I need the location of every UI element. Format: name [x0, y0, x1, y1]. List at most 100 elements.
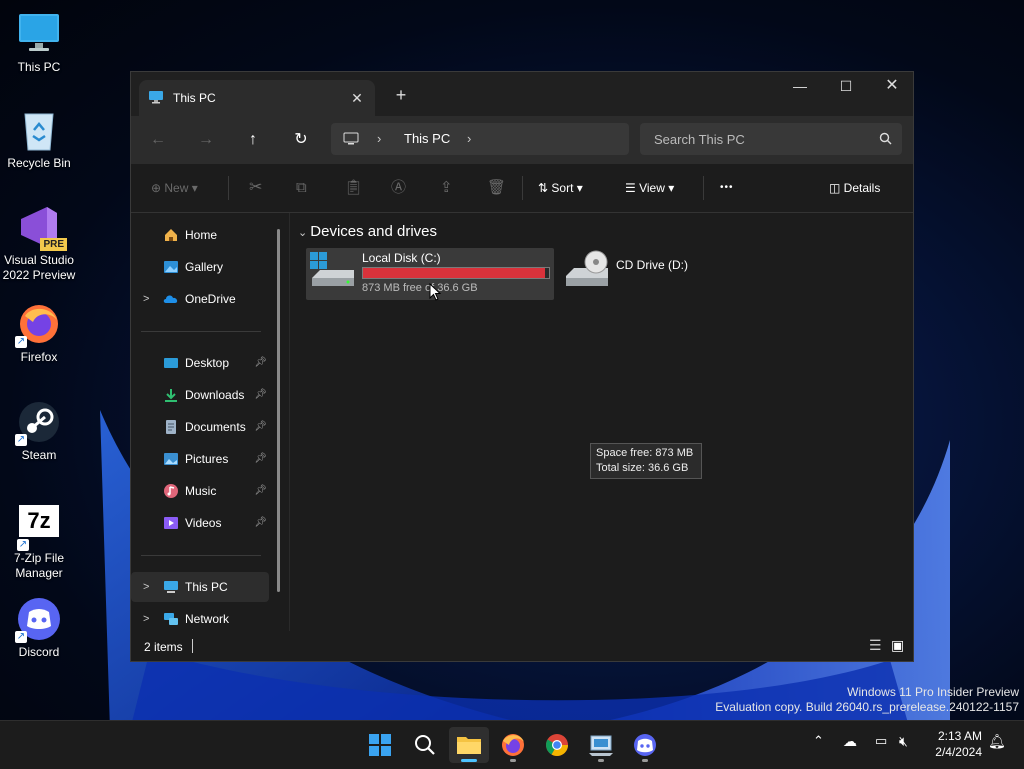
- nav-item-network[interactable]: > Network: [131, 604, 269, 634]
- search-taskbar-button[interactable]: [407, 727, 443, 763]
- drive-usage-fill: [363, 268, 545, 278]
- taskbar-chrome[interactable]: [539, 727, 575, 763]
- minimize-button[interactable]: —: [777, 72, 823, 102]
- share-icon[interactable]: ⇪: [440, 176, 453, 200]
- desktop-icon-recycle-bin[interactable]: Recycle Bin: [0, 108, 78, 171]
- videos-icon: [164, 517, 178, 529]
- back-button[interactable]: ←: [143, 125, 173, 155]
- monitor-icon: [149, 91, 163, 104]
- taskbar-firefox[interactable]: [495, 727, 531, 763]
- up-button[interactable]: ↑: [238, 125, 268, 155]
- network-icon[interactable]: ▭: [875, 733, 887, 749]
- group-header-devices-and-drives[interactable]: ⌄ Devices and drives: [298, 223, 437, 240]
- pin-icon: 📌︎: [254, 517, 267, 528]
- desktop-icon-7zip[interactable]: 7z ↗ 7-Zip File Manager: [0, 505, 78, 581]
- volume-muted-icon[interactable]: 🔇︎: [899, 733, 908, 750]
- new-tab-button[interactable]: +: [389, 84, 413, 108]
- nav-item-desktop[interactable]: Desktop 📌︎: [131, 348, 269, 378]
- toolbar-divider: [228, 176, 229, 200]
- pin-icon: 📌︎: [254, 485, 267, 496]
- tab-this-pc[interactable]: This PC ✕: [139, 80, 375, 116]
- monitor-icon: [164, 581, 178, 593]
- desktop-icon-discord[interactable]: ↗ Discord: [0, 597, 78, 660]
- nav-item-documents[interactable]: Documents 📌︎: [131, 412, 269, 442]
- nav-item-downloads[interactable]: Downloads 📌︎: [131, 380, 269, 410]
- cut-icon[interactable]: ✂: [249, 176, 262, 200]
- breadcrumb-chevron[interactable]: ›: [467, 131, 471, 146]
- shortcut-arrow-icon: ↗: [15, 434, 27, 446]
- address-bar-row: ← → ↑ ↻ › This PC › Search This PC: [131, 116, 913, 164]
- drive-cd-d[interactable]: CD Drive (D:): [560, 248, 710, 300]
- drive-name: Local Disk (C:): [362, 251, 441, 265]
- address-box[interactable]: › This PC ›: [331, 123, 629, 155]
- start-button[interactable]: [362, 727, 398, 763]
- taskbar-file-explorer[interactable]: [449, 727, 489, 763]
- toolbar-divider: [522, 176, 523, 200]
- forward-button[interactable]: →: [191, 125, 221, 155]
- nav-item-onedrive[interactable]: > OneDrive: [131, 284, 269, 314]
- hard-drive-icon: [310, 252, 354, 286]
- paste-icon[interactable]: 📋︎: [344, 176, 363, 200]
- gallery-icon: [164, 261, 178, 273]
- taskbar-control-panel[interactable]: [583, 727, 619, 763]
- breadcrumb-this-pc[interactable]: This PC: [404, 131, 450, 146]
- details-view-icon[interactable]: ☰: [869, 637, 882, 654]
- pin-icon: 📌︎: [254, 453, 267, 464]
- desktop-icon-steam[interactable]: ↗ Steam: [0, 400, 78, 463]
- search-placeholder: Search This PC: [654, 132, 745, 147]
- clock[interactable]: 2:13 AM 2/4/2024: [932, 728, 982, 760]
- nav-item-home[interactable]: Home: [131, 220, 269, 250]
- collapse-chevron-icon: ⌄: [298, 227, 311, 239]
- refresh-button[interactable]: ↻: [286, 125, 316, 155]
- expand-chevron-icon[interactable]: >: [143, 604, 149, 634]
- delete-icon[interactable]: 🗑︎: [487, 176, 506, 200]
- desktop-icon-label: Steam: [21, 448, 57, 462]
- monitor-icon: [19, 14, 59, 51]
- file-explorer-window: This PC ✕ + — ☐ ✕ ← → ↑ ↻ › This PC › Se…: [130, 71, 914, 662]
- nav-divider: [141, 555, 261, 556]
- expand-chevron-icon[interactable]: >: [143, 284, 149, 314]
- copy-icon[interactable]: ⧉: [296, 176, 307, 200]
- notification-bell-icon[interactable]: 🔔︎: [988, 733, 1006, 750]
- mouse-cursor-icon: [429, 283, 441, 301]
- drive-usage-bar: [362, 267, 550, 279]
- nav-item-gallery[interactable]: Gallery: [131, 252, 269, 282]
- maximize-button[interactable]: ☐: [823, 72, 869, 102]
- nav-item-music[interactable]: Music 📌︎: [131, 476, 269, 506]
- close-window-button[interactable]: ✕: [869, 72, 915, 102]
- title-bar[interactable]: This PC ✕ + — ☐ ✕: [131, 72, 913, 116]
- show-hidden-icons-chevron[interactable]: ⌃: [813, 733, 824, 749]
- sort-button[interactable]: ⇅ Sort ▾: [538, 176, 583, 200]
- onedrive-offline-icon[interactable]: ☁︎: [843, 733, 857, 750]
- tab-title: This PC: [173, 91, 216, 105]
- details-pane-button[interactable]: ◫ Details: [829, 176, 880, 200]
- music-icon: [164, 484, 178, 498]
- nav-item-pictures[interactable]: Pictures 📌︎: [131, 444, 269, 474]
- more-options-button[interactable]: •••: [720, 176, 734, 200]
- drive-tooltip: Space free: 873 MB Total size: 36.6 GB: [590, 443, 702, 479]
- taskbar-discord[interactable]: [627, 727, 663, 763]
- chrome-icon: [546, 734, 568, 756]
- search-box[interactable]: Search This PC: [640, 123, 902, 155]
- running-indicator: [510, 759, 516, 762]
- rename-icon[interactable]: Ⓐ: [391, 176, 406, 200]
- shortcut-arrow-icon: ↗: [15, 336, 27, 348]
- pin-icon: 📌︎: [254, 421, 267, 432]
- nav-item-this-pc[interactable]: > This PC: [131, 572, 269, 602]
- view-button[interactable]: ☰ View ▾: [625, 176, 674, 200]
- desktop-icon-firefox[interactable]: ↗ Firefox: [0, 302, 78, 365]
- desktop-icon-this-pc[interactable]: This PC: [0, 12, 78, 75]
- onedrive-icon: [163, 295, 178, 303]
- expand-chevron-icon[interactable]: >: [143, 572, 149, 602]
- nav-pane-scrollbar[interactable]: [277, 229, 280, 592]
- close-tab-button[interactable]: ✕: [347, 88, 367, 108]
- breadcrumb-chevron[interactable]: ›: [377, 131, 381, 146]
- documents-icon: [166, 420, 176, 434]
- new-button[interactable]: ⊕ New ▾: [151, 176, 198, 200]
- nav-item-videos[interactable]: Videos 📌︎: [131, 508, 269, 538]
- large-icons-view-icon[interactable]: ▣: [891, 637, 904, 654]
- windows-logo-icon: [369, 734, 391, 756]
- desktop-icon-visual-studio[interactable]: PRE Visual Studio 2022 Preview: [0, 205, 78, 283]
- cd-drive-icon: [566, 250, 608, 286]
- desktop-icon-label: Firefox: [20, 350, 58, 364]
